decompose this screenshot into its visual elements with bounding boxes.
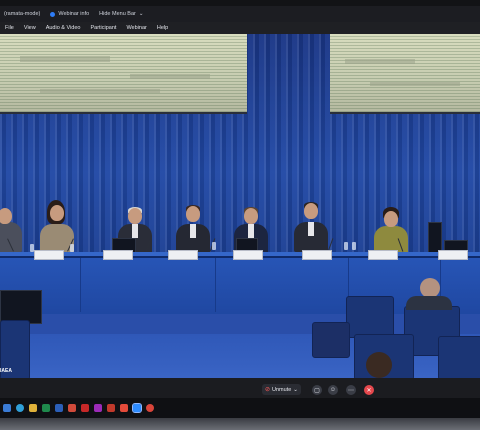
app-icon[interactable] — [94, 404, 102, 412]
nameplate — [302, 250, 332, 260]
projection-screen-left — [0, 34, 247, 114]
front-monitor — [0, 290, 42, 324]
app-icon[interactable] — [120, 404, 128, 412]
video-feed[interactable]: IAEA — [0, 34, 480, 378]
nameplate — [34, 250, 64, 260]
os-taskbar — [0, 398, 480, 418]
app-icon[interactable] — [68, 404, 76, 412]
word-icon[interactable] — [55, 404, 63, 412]
app-icon[interactable] — [107, 404, 115, 412]
menu-view[interactable]: View — [23, 25, 37, 31]
nameplate — [168, 250, 198, 260]
window-title: (ramata-mode) — [4, 11, 41, 17]
excel-icon[interactable] — [42, 404, 50, 412]
nameplate — [368, 250, 398, 260]
menu-audio-video[interactable]: Audio & Video — [45, 25, 82, 31]
nameplate — [438, 250, 468, 260]
nameplate — [233, 250, 263, 260]
menu-file[interactable]: File — [4, 25, 15, 31]
menu-webinar[interactable]: Webinar — [125, 25, 147, 31]
nameplate — [103, 250, 133, 260]
chevron-down-icon[interactable]: ⌄ — [293, 387, 298, 393]
browser-icon[interactable] — [16, 404, 24, 412]
audience-member — [366, 352, 392, 378]
menu-bar: File View Audio & Video Participant Webi… — [0, 22, 480, 34]
folder-icon[interactable] — [29, 404, 37, 412]
menu-participant[interactable]: Participant — [89, 25, 117, 31]
audience-chair — [438, 336, 480, 378]
audience-chair — [346, 296, 394, 338]
unmute-button[interactable]: ⊘ Unmute ⌄ — [262, 384, 301, 395]
camera-icon[interactable]: ▢ — [312, 385, 322, 395]
acrobat-icon[interactable] — [81, 404, 89, 412]
microphone-off-icon: ⊘ — [265, 387, 271, 393]
menu-help[interactable]: Help — [156, 25, 169, 31]
leave-icon[interactable]: ✕ — [364, 385, 374, 395]
reactions-icon[interactable]: ☺ — [328, 385, 338, 395]
webinar-info-button[interactable]: Webinar info — [50, 11, 89, 17]
chevron-icon: ⌄ — [138, 11, 144, 17]
start-icon[interactable] — [3, 404, 11, 412]
hide-menu-bar-button[interactable]: Hide Menu Bar ⌄ — [99, 11, 143, 17]
window-titlebar: (ramata-mode) Webinar info Hide Menu Bar… — [0, 6, 480, 22]
projection-screen-right — [330, 34, 480, 114]
info-dot-icon — [50, 11, 56, 17]
app-icon[interactable] — [146, 404, 154, 412]
more-options-icon[interactable]: ⋯ — [346, 385, 356, 395]
audience-member — [420, 278, 440, 298]
zoom-icon[interactable] — [132, 403, 142, 413]
meeting-controls-bar: ⊘ Unmute ⌄ ▢ ☺ ⋯ ✕ — [0, 378, 480, 398]
monitor-bezel-bottom — [0, 418, 480, 430]
iaea-watermark: IAEA — [0, 368, 12, 374]
